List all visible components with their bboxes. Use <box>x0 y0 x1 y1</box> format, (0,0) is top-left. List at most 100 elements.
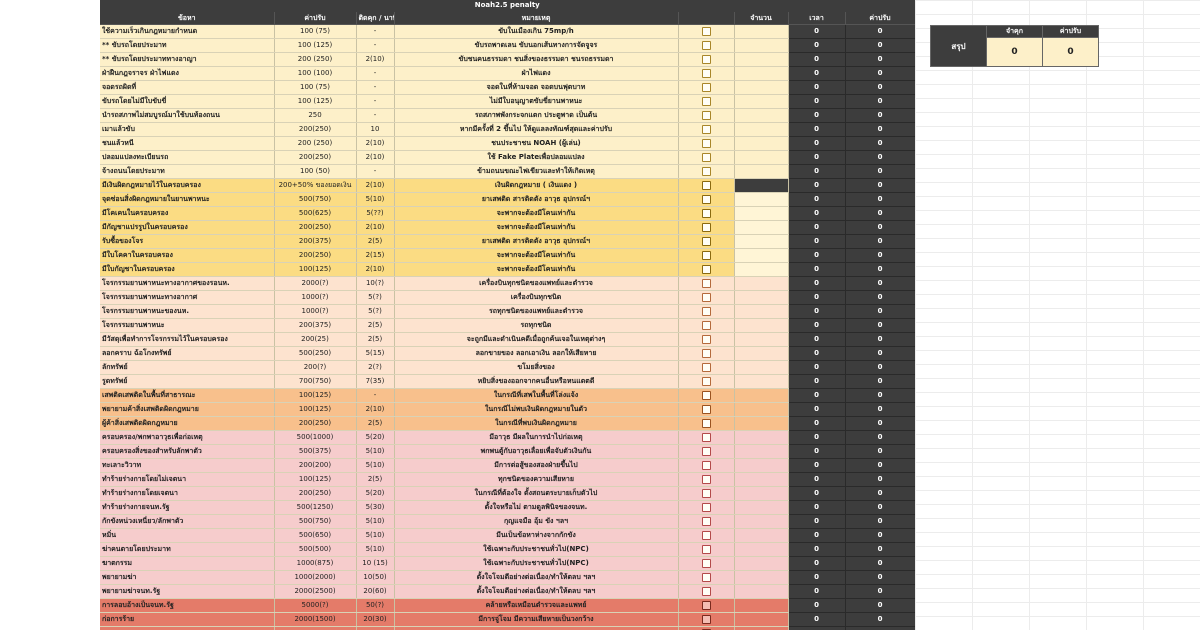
offense-name[interactable]: ลักทรัพย์ <box>100 360 275 375</box>
count-cell[interactable] <box>734 430 789 445</box>
note-cell[interactable]: ขับในเมืองเกิน 75mp/h <box>394 24 679 39</box>
note-cell[interactable]: ขับชนคนธรรมดา ชนสิ่งของธรรมดา ชนรถธรรมดา <box>394 52 679 67</box>
offense-checkbox[interactable] <box>701 292 711 302</box>
count-cell[interactable] <box>734 528 789 543</box>
jail-cell[interactable]: - <box>356 164 395 179</box>
offense-checkbox[interactable] <box>701 334 711 344</box>
note-cell[interactable]: ใช้เฉพาะกับประชาชนทั่วไป(NPC) <box>394 542 679 557</box>
note-cell[interactable]: ตั้งใจหรือไม่ ตามดูลพินิจของจนท. <box>394 500 679 515</box>
note-cell[interactable]: ในกรณีที่ต้องใจ ตั้งสถนตระบายเก็บตัวไป <box>394 486 679 501</box>
note-cell[interactable]: ใช้เฉพาะกับประชาชนทั่วไป(NPC) <box>394 556 679 571</box>
offense-name[interactable]: ฆ่าคนตายโดยประมาท <box>100 542 275 557</box>
count-cell[interactable] <box>734 570 789 585</box>
note-cell[interactable]: ขโมยสิ่งของ <box>394 360 679 375</box>
count-cell[interactable] <box>734 248 789 263</box>
jail-cell[interactable]: 5(20) <box>356 430 395 445</box>
offense-name[interactable]: ผู้ค้าสิ่งเสพติดผิดกฎหมาย <box>100 416 275 431</box>
offense-name[interactable]: หมิ่น <box>100 528 275 543</box>
note-cell[interactable]: เครื่องบินทุกชนิด <box>394 290 679 305</box>
jail-cell[interactable]: 2(10) <box>356 150 395 165</box>
offense-checkbox[interactable] <box>701 208 711 218</box>
jail-cell[interactable]: 2(5) <box>356 472 395 487</box>
note-cell[interactable]: จะพากจะต้องมีโคนเท่ากัน <box>394 248 679 263</box>
count-cell[interactable] <box>734 206 789 221</box>
offense-checkbox[interactable] <box>701 82 711 92</box>
note-cell[interactable]: มีการต่อสู้ของสองฝ่ายขึ้นไป <box>394 458 679 473</box>
offense-name[interactable]: ปลอมแปลงทะเบียนรถ <box>100 150 275 165</box>
offense-name[interactable]: ใช้ความเร็วเกินกฎหมายกำหนด <box>100 24 275 39</box>
count-cell[interactable] <box>734 612 789 627</box>
offense-name[interactable]: จ้างถนนโดยประมาท <box>100 164 275 179</box>
jail-cell[interactable]: 5(10) <box>356 514 395 529</box>
offense-name[interactable]: ฆาตกรรม <box>100 556 275 571</box>
offense-name[interactable]: เมาแล้วขับ <box>100 122 275 137</box>
count-cell[interactable] <box>734 178 789 193</box>
offense-checkbox[interactable] <box>701 124 711 134</box>
count-cell[interactable] <box>734 24 789 39</box>
jail-cell[interactable]: 2(10) <box>356 178 395 193</box>
jail-cell[interactable]: 10(?) <box>356 276 395 291</box>
jail-cell[interactable]: - <box>356 66 395 81</box>
jail-cell[interactable]: - <box>356 108 395 123</box>
note-cell[interactable]: ไม่มีใบอนุญาตขับขี่ยานพาหนะ <box>394 94 679 109</box>
count-cell[interactable] <box>734 192 789 207</box>
offense-name[interactable]: จุดซ่อนสิ่งผิดกฎหมายในยานพาหนะ <box>100 192 275 207</box>
offense-checkbox[interactable] <box>701 474 711 484</box>
offense-checkbox[interactable] <box>701 54 711 64</box>
fine-cell[interactable]: 2000(2500) <box>274 584 357 599</box>
jail-cell[interactable]: 2(?) <box>356 360 395 375</box>
fine-cell[interactable]: 200+50% ของยอดเงิน <box>274 178 357 193</box>
note-cell[interactable]: รถทุกชนิดของแพทย์และตำรวจ <box>394 304 679 319</box>
offense-name[interactable]: มีวัสดุเพื่อทำการโจรกรรมไว้ในครอบครอง <box>100 332 275 347</box>
count-cell[interactable] <box>734 598 789 613</box>
note-cell[interactable]: ยาเสพติด สารติดตัง อาวุธ อุปกรณ์ฯ <box>394 234 679 249</box>
count-cell[interactable] <box>734 136 789 151</box>
offense-checkbox[interactable] <box>701 572 711 582</box>
fine-cell[interactable]: 500(500) <box>274 542 357 557</box>
note-cell[interactable]: ในกรณีที่เสพในพื้นที่โล่งแจ้ง <box>394 388 679 403</box>
count-cell[interactable] <box>734 500 789 515</box>
offense-checkbox[interactable] <box>701 376 711 386</box>
jail-cell[interactable]: 5(30) <box>356 500 395 515</box>
count-cell[interactable] <box>734 234 789 249</box>
offense-name[interactable] <box>100 626 275 630</box>
fine-cell[interactable]: 2000(?) <box>274 276 357 291</box>
fine-cell[interactable]: 100(125) <box>274 472 357 487</box>
fine-cell[interactable]: 200(250) <box>274 248 357 263</box>
jail-cell[interactable]: 10 <box>356 122 395 137</box>
fine-cell[interactable]: 500(750) <box>274 514 357 529</box>
count-cell[interactable] <box>734 94 789 109</box>
offense-name[interactable]: ครอบครองสิ่งของสำหรับลักพาตัว <box>100 444 275 459</box>
jail-cell[interactable]: 2(10) <box>356 402 395 417</box>
jail-cell[interactable]: 5(10) <box>356 542 395 557</box>
note-cell[interactable]: หากมีครั้งที่ 2 ขึ้นไป ให้ดูแลลงทัณฑ์สุด… <box>394 122 679 137</box>
fine-cell[interactable]: 100(125) <box>274 262 357 277</box>
offense-checkbox[interactable] <box>701 306 711 316</box>
offense-checkbox[interactable] <box>701 96 711 106</box>
offense-name[interactable]: ทะเลาะวิวาท <box>100 458 275 473</box>
fine-cell[interactable]: 100 (50) <box>274 164 357 179</box>
fine-cell[interactable]: 200 (250) <box>274 136 357 151</box>
fine-cell[interactable]: 100 (125) <box>274 38 357 53</box>
offense-name[interactable]: มีกัญชาแปรรูปในครอบครอง <box>100 220 275 235</box>
fine-cell[interactable]: 700(750) <box>274 374 357 389</box>
offense-name[interactable]: โจรกรรมยานพาหนะทางอากาศ <box>100 290 275 305</box>
fine-cell[interactable]: 500(1000) <box>274 430 357 445</box>
offense-checkbox[interactable] <box>701 26 711 36</box>
jail-cell[interactable]: 5(10) <box>356 458 395 473</box>
offense-name[interactable]: การลอบอ้างเป็นจนท.รัฐ <box>100 598 275 613</box>
count-cell[interactable] <box>734 304 789 319</box>
offense-name[interactable]: ก่อการร้าย <box>100 612 275 627</box>
fine-cell[interactable]: 500(250) <box>274 346 357 361</box>
count-cell[interactable] <box>734 52 789 67</box>
offense-name[interactable]: มีใบโคคาในครอบครอง <box>100 248 275 263</box>
offense-name[interactable]: มีเงินผิดกฎหมายไว้ในครอบครอง <box>100 178 275 193</box>
note-cell[interactable]: หยิบสิ่งของออกจากคนอื่นหรือหนแตตดี <box>394 374 679 389</box>
note-cell[interactable]: ยาเสพติด สารติดตัง อาวุธ อุปกรณ์ฯ <box>394 192 679 207</box>
fine-cell[interactable]: 100(125) <box>274 402 357 417</box>
offense-checkbox[interactable] <box>701 180 711 190</box>
jail-cell[interactable]: 10 (15) <box>356 556 395 571</box>
fine-cell[interactable]: 200(250) <box>274 486 357 501</box>
count-cell[interactable] <box>734 346 789 361</box>
note-cell[interactable]: รถทุกชนิด <box>394 318 679 333</box>
